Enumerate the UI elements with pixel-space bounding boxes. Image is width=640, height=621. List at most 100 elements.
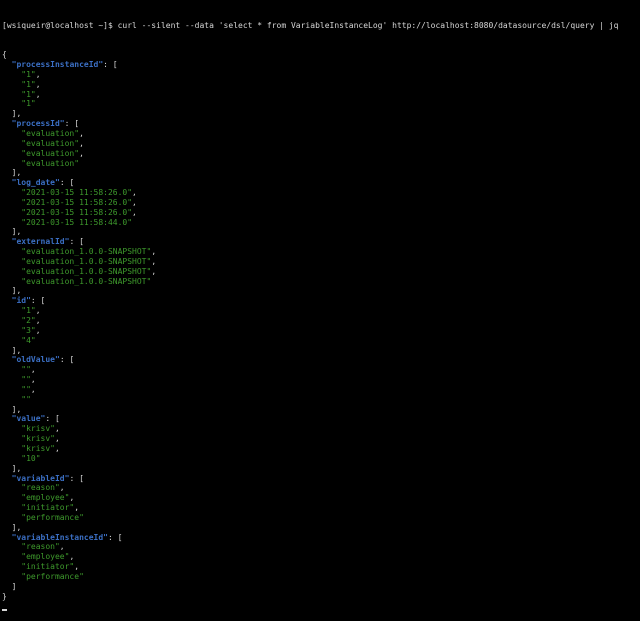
json-string-value: "reason"	[21, 483, 60, 493]
shell-prompt: [wsiqueir@localhost ~]$	[2, 20, 118, 30]
json-string-value: "1"	[21, 99, 36, 109]
json-key: "oldValue"	[11, 355, 60, 365]
json-close-brace: }	[2, 591, 7, 601]
json-value-line: "employee",	[21, 552, 75, 562]
json-array-close: ],	[2, 109, 22, 119]
json-string-value: ""	[21, 375, 31, 385]
json-string-value: "evaluation"	[21, 138, 80, 148]
json-string-value: "1"	[21, 79, 36, 89]
json-value-line: "evaluation_1.0.0-SNAPSHOT",	[21, 266, 157, 276]
json-open-brace: {	[2, 50, 7, 60]
json-key-line: "variableInstanceId": [	[11, 532, 123, 542]
json-value-line: "1",	[21, 306, 41, 316]
json-value-line: "performance"	[2, 572, 640, 582]
json-array-close: ],	[2, 168, 22, 178]
json-value-line: "employee",	[21, 493, 75, 503]
json-value-line: "1"	[2, 99, 640, 109]
json-value-line: "1",	[21, 69, 41, 79]
json-value-line: "1",	[21, 79, 41, 89]
json-value-line: ""	[2, 395, 640, 405]
json-string-value: ""	[21, 365, 31, 375]
json-string-value: "evaluation_1.0.0-SNAPSHOT"	[21, 256, 152, 266]
json-value-line: "",	[21, 365, 36, 375]
json-string-value: "10"	[21, 453, 41, 463]
json-string-value: "krisv"	[21, 434, 55, 444]
json-value-line: "evaluation",	[21, 138, 84, 148]
terminal-cursor	[2, 609, 7, 612]
json-value-line: "initiator",	[21, 503, 80, 513]
command-line: [wsiqueir@localhost ~]$ curl --silent --…	[2, 21, 640, 31]
json-string-value: "evaluation"	[21, 128, 80, 138]
json-string-value: "reason"	[21, 542, 60, 552]
json-string-value: "evaluation"	[21, 158, 80, 168]
json-string-value: "1"	[21, 69, 36, 79]
json-key: "variableId"	[11, 473, 70, 483]
json-string-value: "krisv"	[21, 424, 55, 434]
json-value-line: "krisv",	[21, 434, 60, 444]
json-string-value: "evaluation_1.0.0-SNAPSHOT"	[21, 266, 152, 276]
json-value-line: "2021-03-15 11:58:26.0",	[21, 207, 137, 217]
json-string-value: "performance"	[21, 512, 84, 522]
json-value-line: "10"	[2, 454, 640, 464]
json-key-line: "externalId": [	[11, 237, 84, 247]
json-string-value: "2021-03-15 11:58:26.0"	[21, 188, 133, 198]
json-key-line: "variableId": [	[11, 473, 84, 483]
json-value-line: "evaluation_1.0.0-SNAPSHOT",	[21, 256, 157, 266]
json-string-value: "2021-03-15 11:58:44.0"	[21, 217, 133, 227]
json-value-line: "3",	[21, 325, 41, 335]
json-value-line: "2021-03-15 11:58:44.0"	[2, 218, 640, 228]
json-array-close: ],	[2, 286, 22, 296]
json-value-line: "reason",	[21, 483, 65, 493]
json-string-value: "3"	[21, 325, 36, 335]
json-string-value: "4"	[21, 335, 36, 345]
json-value-line: "4"	[2, 336, 640, 346]
json-string-value: "1"	[21, 306, 36, 316]
json-string-value: "employee"	[21, 493, 70, 503]
json-array-close: ],	[2, 227, 22, 237]
json-string-value: ""	[21, 384, 31, 394]
json-value-line: "initiator",	[21, 562, 80, 572]
json-value-line: "",	[21, 375, 36, 385]
json-value-line: "2",	[21, 316, 41, 325]
json-array-close: ],	[2, 463, 22, 473]
terminal-window[interactable]: [wsiqueir@localhost ~]$ curl --silent --…	[0, 0, 640, 612]
json-value-line: "evaluation",	[21, 128, 84, 138]
json-string-value: "evaluation_1.0.0-SNAPSHOT"	[21, 276, 152, 286]
json-key: "processInstanceId"	[11, 60, 104, 70]
json-key-line: "value": [	[11, 414, 60, 424]
json-string-value: "evaluation_1.0.0-SNAPSHOT"	[21, 247, 152, 257]
json-value-line: "reason",	[21, 542, 65, 552]
json-array-close: ],	[2, 404, 22, 414]
json-string-value: "krisv"	[21, 443, 55, 453]
cursor-line	[2, 601, 640, 612]
json-key: "externalId"	[11, 237, 70, 247]
json-string-value: "1"	[21, 89, 36, 99]
json-key-line: "oldValue": [	[11, 355, 75, 365]
json-string-value: "evaluation"	[21, 148, 80, 158]
json-string-value: "performance"	[21, 571, 84, 581]
json-key-line: "processInstanceId": [	[11, 60, 118, 70]
json-value-line: "2021-03-15 11:58:26.0",	[21, 197, 137, 207]
json-key: "value"	[11, 414, 46, 424]
json-key: "id"	[11, 296, 31, 306]
json-value-line: "evaluation_1.0.0-SNAPSHOT"	[2, 277, 640, 287]
json-key-line: "id": [	[11, 296, 46, 306]
json-value-line: "evaluation_1.0.0-SNAPSHOT",	[21, 247, 157, 257]
json-value-line: "2021-03-15 11:58:26.0",	[21, 188, 137, 198]
json-string-value: "employee"	[21, 552, 70, 562]
json-output: { "processInstanceId": [ "1", "1", "1", …	[2, 50, 640, 612]
json-string-value: "2021-03-15 11:58:26.0"	[21, 207, 133, 217]
json-key-line: "processId": [	[11, 119, 80, 129]
json-value-line: "krisv",	[21, 424, 60, 434]
json-value-line: "",	[21, 384, 36, 394]
json-key: "log_date"	[11, 178, 60, 188]
json-array-close: ],	[2, 345, 22, 355]
json-string-value: "initiator"	[21, 503, 75, 513]
json-value-line: "1",	[21, 89, 41, 99]
json-key: "processId"	[11, 119, 65, 129]
json-value-line: "krisv",	[21, 443, 60, 453]
json-value-line: "evaluation",	[21, 148, 84, 158]
json-value-line: "evaluation"	[2, 159, 640, 169]
json-string-value: "initiator"	[21, 562, 75, 572]
json-string-value: "2"	[21, 316, 36, 325]
